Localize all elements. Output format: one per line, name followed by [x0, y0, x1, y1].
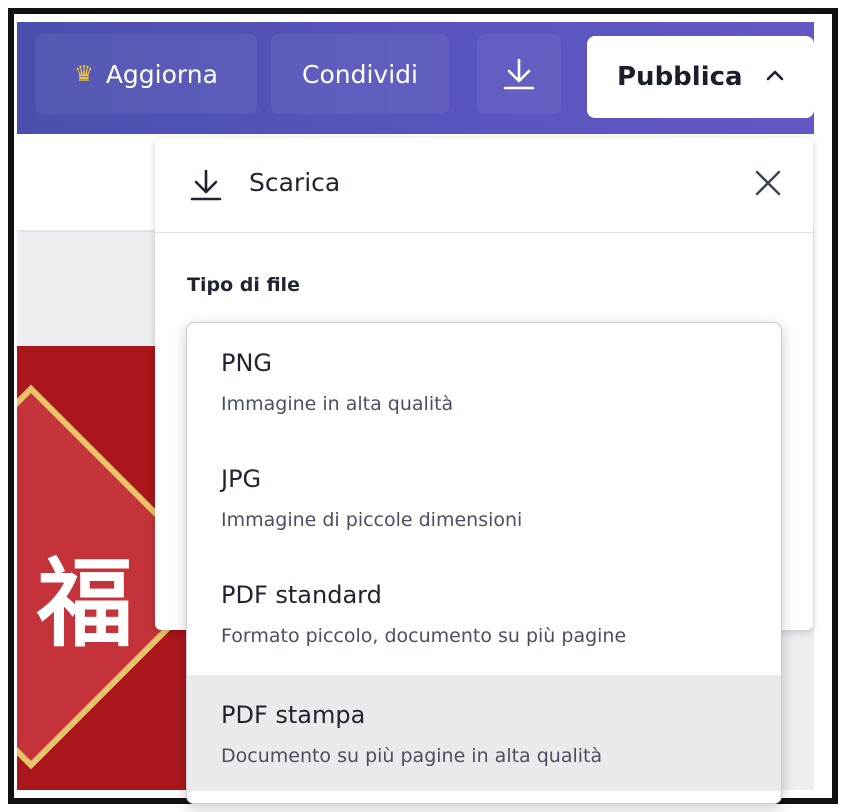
share-label: Condividi — [302, 59, 418, 89]
publish-button[interactable]: Pubblica — [587, 36, 814, 118]
download-panel-header: Scarica — [155, 138, 813, 233]
panel-title: Scarica — [249, 168, 341, 197]
upgrade-label: Aggiorna — [105, 59, 218, 89]
fu-glyph: 福 — [37, 547, 133, 660]
close-icon[interactable] — [753, 168, 783, 198]
option-description: Immagine in alta qualità — [221, 393, 454, 415]
upgrade-button[interactable]: ♛ Aggiorna — [35, 34, 257, 114]
option-title: PDF standard — [221, 581, 382, 609]
chevron-up-icon — [766, 70, 784, 81]
crown-icon: ♛ — [74, 61, 94, 87]
file-type-dropdown: PNG Immagine in alta qualità JPG Immagin… — [186, 322, 782, 804]
option-title: PDF stampa — [221, 701, 366, 729]
download-icon — [503, 58, 535, 90]
publish-label: Pubblica — [617, 62, 743, 92]
download-button[interactable] — [477, 34, 561, 114]
file-type-option-png[interactable]: PNG Immagine in alta qualità — [187, 323, 781, 439]
option-title: PNG — [221, 349, 273, 377]
file-type-option-jpg[interactable]: JPG Immagine di piccole dimensioni — [187, 439, 781, 555]
option-description: Documento su più pagine in alta qualità — [221, 745, 603, 767]
file-type-label: Tipo di file — [187, 274, 300, 296]
option-description: Immagine di piccole dimensioni — [221, 509, 523, 531]
option-title: JPG — [221, 465, 262, 493]
top-bar: ♛ Aggiorna Condividi Pubblica — [17, 22, 814, 134]
share-button[interactable]: Condividi — [271, 34, 449, 114]
download-icon — [190, 169, 222, 201]
option-description: Formato piccolo, documento su più pagine — [221, 625, 627, 647]
file-type-option-pdf-print[interactable]: PDF stampa Documento su più pagine in al… — [187, 675, 781, 791]
file-type-option-pdf-standard[interactable]: PDF standard Formato piccolo, documento … — [187, 555, 781, 671]
